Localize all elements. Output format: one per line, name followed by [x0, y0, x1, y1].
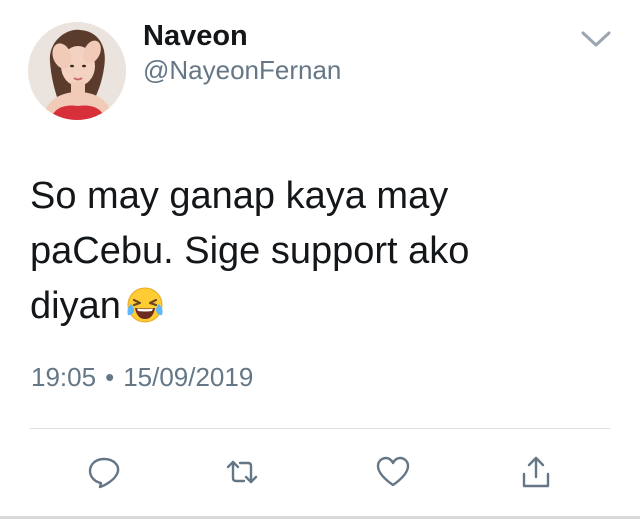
display-name[interactable]: Naveon	[143, 18, 248, 54]
tweet-card: Naveon @NayeonFernan So may ganap kaya m…	[0, 0, 640, 519]
tweet-date[interactable]: 15/09/2019	[123, 362, 253, 392]
retweet-button[interactable]	[222, 452, 262, 492]
tweet-text-line: So may ganap kaya may	[30, 175, 449, 217]
tweet-text: So may ganap kaya may paCebu. Sige suppo…	[30, 169, 610, 334]
like-button[interactable]	[373, 452, 413, 492]
tweet-text-line: diyan	[30, 279, 610, 334]
meta-separator: •	[105, 362, 115, 392]
tweet-time[interactable]: 19:05	[31, 362, 96, 392]
tweet-text-line: paCebu. Sige support ako	[30, 230, 470, 272]
avatar[interactable]	[28, 22, 126, 120]
divider	[30, 428, 610, 429]
share-icon	[522, 456, 550, 488]
tweet-text-line-text: diyan	[30, 285, 121, 327]
profile-photo-icon	[28, 22, 126, 120]
chevron-down-icon[interactable]	[578, 24, 614, 54]
reply-button[interactable]	[84, 452, 124, 492]
tweet-meta: 19:05 • 15/09/2019	[31, 359, 253, 395]
reply-icon	[88, 457, 120, 489]
like-icon	[376, 456, 410, 487]
retweet-icon	[226, 460, 258, 484]
face-with-tears-of-joy-icon	[125, 285, 165, 325]
share-button[interactable]	[516, 452, 556, 492]
user-handle[interactable]: @NayeonFernan	[143, 53, 341, 87]
